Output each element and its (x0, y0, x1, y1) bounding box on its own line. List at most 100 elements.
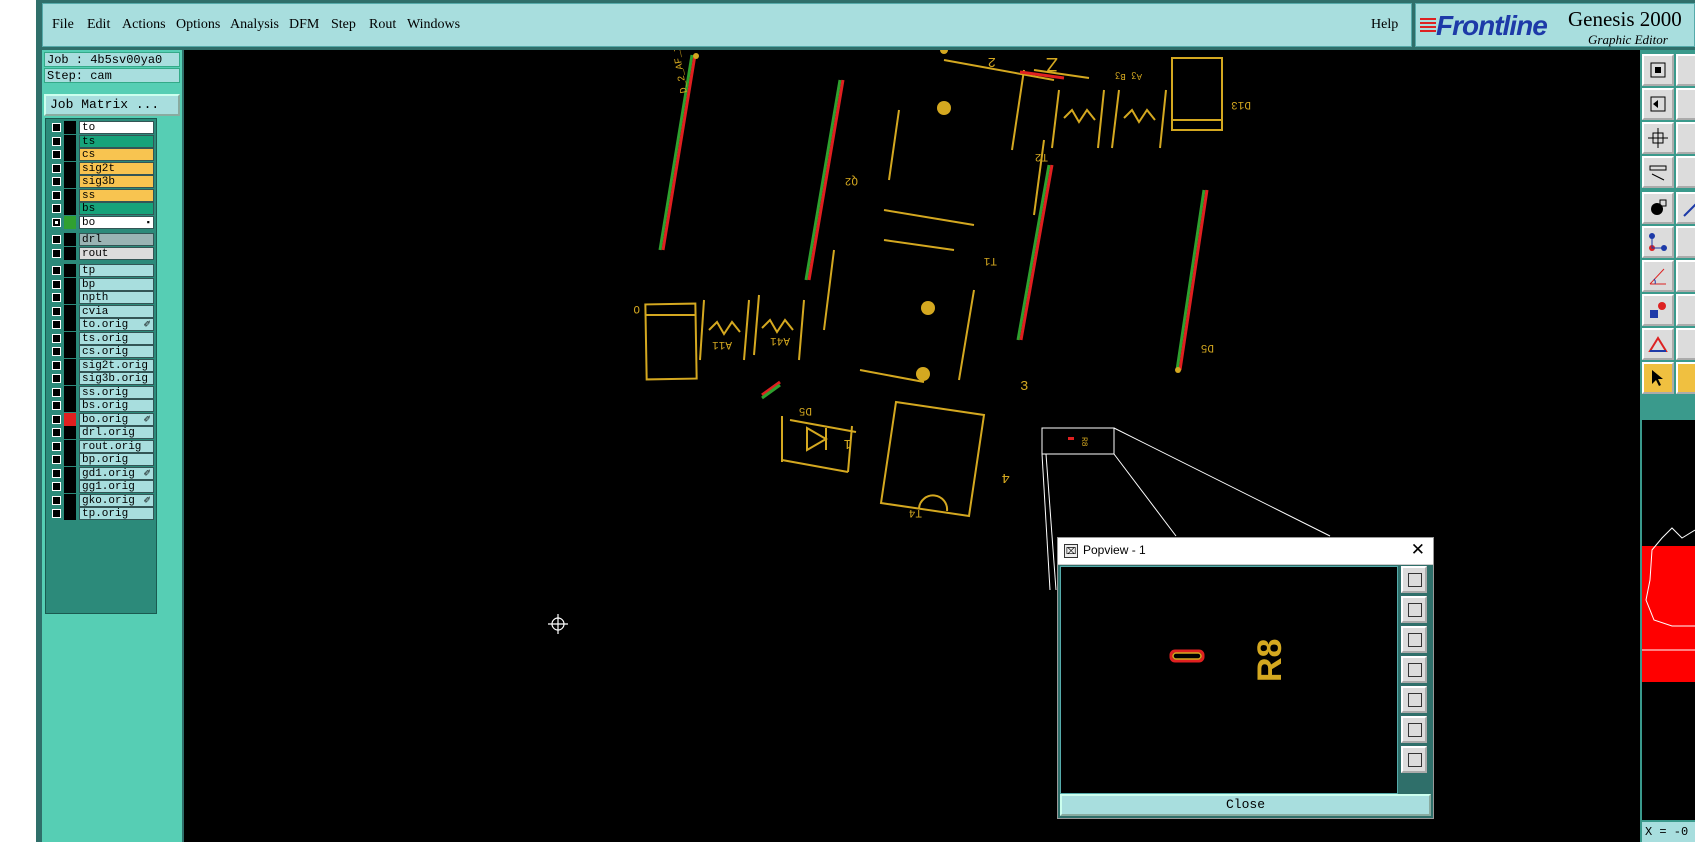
layer-color-swatch[interactable] (64, 345, 76, 358)
layer-checkbox[interactable] (52, 248, 61, 258)
layer-name[interactable]: rout.orig (79, 439, 154, 453)
layer-row[interactable]: bo.orig ✐ (48, 412, 154, 426)
layer-checkbox[interactable] (52, 293, 61, 302)
layer-name[interactable]: to (79, 121, 154, 134)
layer-name[interactable]: tp.orig (79, 507, 154, 520)
layer-row[interactable]: ss (48, 188, 154, 202)
tool-ruler-icon[interactable] (1676, 156, 1695, 188)
layer-color-swatch[interactable] (64, 148, 76, 161)
layer-color-swatch[interactable] (64, 291, 76, 304)
popview-center-icon[interactable] (1401, 746, 1427, 773)
layer-color-swatch[interactable] (64, 399, 76, 412)
layer-name[interactable]: bp.orig (79, 453, 154, 466)
layer-row[interactable]: bs.orig (48, 399, 154, 412)
layer-name[interactable]: gg1.orig (79, 480, 154, 493)
layer-name[interactable]: cvia (79, 304, 154, 318)
menu-edit[interactable]: Edit (87, 17, 110, 33)
layer-checkbox[interactable] (52, 177, 61, 186)
menu-analysis[interactable]: Analysis (230, 17, 279, 33)
menu-file[interactable]: File (52, 17, 74, 33)
layer-row[interactable]: rout (48, 246, 154, 260)
layer-name[interactable]: sig2t (79, 161, 154, 175)
layer-color-swatch[interactable] (64, 134, 76, 148)
tool-slope-icon[interactable] (1676, 260, 1695, 292)
layer-color-swatch[interactable] (64, 507, 76, 520)
layer-row[interactable]: to.orig ✐ (48, 318, 154, 331)
layer-color-swatch[interactable] (64, 439, 76, 453)
popview-pan-left-icon[interactable] (1401, 656, 1427, 683)
tool-triangle-icon[interactable] (1642, 328, 1674, 360)
layer-name[interactable]: gko.orig ✐ (79, 493, 154, 507)
layer-color-swatch[interactable] (64, 318, 76, 331)
popview-zoom-in-icon[interactable] (1401, 596, 1427, 623)
layer-color-swatch[interactable] (64, 277, 76, 291)
layer-name[interactable]: bo.orig ✐ (79, 412, 154, 426)
popview-close-button[interactable]: Close (1060, 794, 1431, 816)
layer-name[interactable]: ts.orig (79, 331, 154, 345)
layer-checkbox[interactable] (52, 482, 61, 491)
layer-color-swatch[interactable] (64, 161, 76, 175)
popview-pan-right-icon[interactable] (1401, 686, 1427, 713)
layer-checkbox[interactable] (52, 217, 61, 227)
layer-checkbox[interactable] (52, 190, 61, 200)
tool-blank-icon[interactable] (1676, 122, 1695, 154)
layer-name[interactable]: cs.orig (79, 345, 154, 358)
layer-color-swatch[interactable] (64, 412, 76, 426)
layer-name[interactable]: bs (79, 202, 154, 215)
layer-checkbox[interactable] (52, 347, 61, 356)
tool-measure-icon[interactable] (1642, 156, 1674, 188)
layer-color-swatch[interactable] (64, 466, 76, 480)
layer-checkbox[interactable] (52, 333, 61, 343)
tool-dash-icon[interactable] (1676, 294, 1695, 326)
layer-name[interactable]: bs.orig (79, 399, 154, 412)
layer-color-swatch[interactable] (64, 493, 76, 507)
layer-checkbox[interactable] (52, 401, 61, 410)
layer-checkbox[interactable] (52, 387, 61, 397)
layer-row[interactable]: tp.orig (48, 507, 154, 520)
tool-angle-icon[interactable] (1642, 260, 1674, 292)
layer-name[interactable]: rout (79, 246, 154, 260)
layer-color-swatch[interactable] (64, 246, 76, 260)
layer-checkbox[interactable] (52, 320, 61, 329)
tool-zoom-home-icon[interactable] (1642, 54, 1674, 86)
layer-checkbox[interactable] (52, 279, 61, 289)
layer-name[interactable]: drl.orig (79, 426, 154, 439)
layer-row[interactable]: sig2t.orig (48, 358, 154, 372)
layer-checkbox[interactable] (52, 414, 61, 424)
menu-actions[interactable]: Actions (122, 17, 166, 33)
layer-name[interactable]: tp (79, 264, 154, 277)
layer-row[interactable]: bo ▪ (48, 215, 154, 229)
layer-row[interactable]: gd1.orig ✐ (48, 466, 154, 480)
tool-angle2-icon[interactable] (1676, 328, 1695, 360)
layer-checkbox[interactable] (52, 509, 61, 518)
layer-checkbox[interactable] (52, 136, 61, 146)
layer-name[interactable]: npth (79, 291, 154, 304)
menu-options[interactable]: Options (176, 17, 220, 33)
layer-row[interactable]: bp (48, 277, 154, 291)
layer-row[interactable]: bs (48, 202, 154, 215)
layer-row[interactable]: tp (48, 264, 154, 277)
tool-pad-icon[interactable] (1642, 294, 1674, 326)
layer-name[interactable]: sig3b.orig (79, 372, 154, 385)
layer-name[interactable]: bo ▪ (79, 215, 154, 229)
tool-connect-icon[interactable] (1642, 226, 1674, 258)
layer-row[interactable]: cs.orig (48, 345, 154, 358)
layer-color-swatch[interactable] (64, 175, 76, 188)
layer-name[interactable]: cs (79, 148, 154, 161)
layer-color-swatch[interactable] (64, 372, 76, 385)
popview-close-icon[interactable]: ✕ (1411, 540, 1425, 560)
layer-color-swatch[interactable] (64, 188, 76, 202)
layer-name[interactable]: gd1.orig ✐ (79, 466, 154, 480)
layer-row[interactable]: cvia (48, 304, 154, 318)
tool-highlight-icon[interactable] (1642, 192, 1674, 224)
layer-color-swatch[interactable] (64, 233, 76, 246)
layer-color-swatch[interactable] (64, 385, 76, 399)
layer-color-swatch[interactable] (64, 331, 76, 345)
layer-checkbox[interactable] (52, 150, 61, 159)
layer-name[interactable]: to.orig ✐ (79, 318, 154, 331)
layer-row[interactable]: drl (48, 233, 154, 246)
layer-checkbox[interactable] (52, 163, 61, 173)
layer-checkbox[interactable] (52, 455, 61, 464)
menu-rout[interactable]: Rout (369, 17, 396, 33)
menu-help[interactable]: Help (1371, 17, 1398, 33)
